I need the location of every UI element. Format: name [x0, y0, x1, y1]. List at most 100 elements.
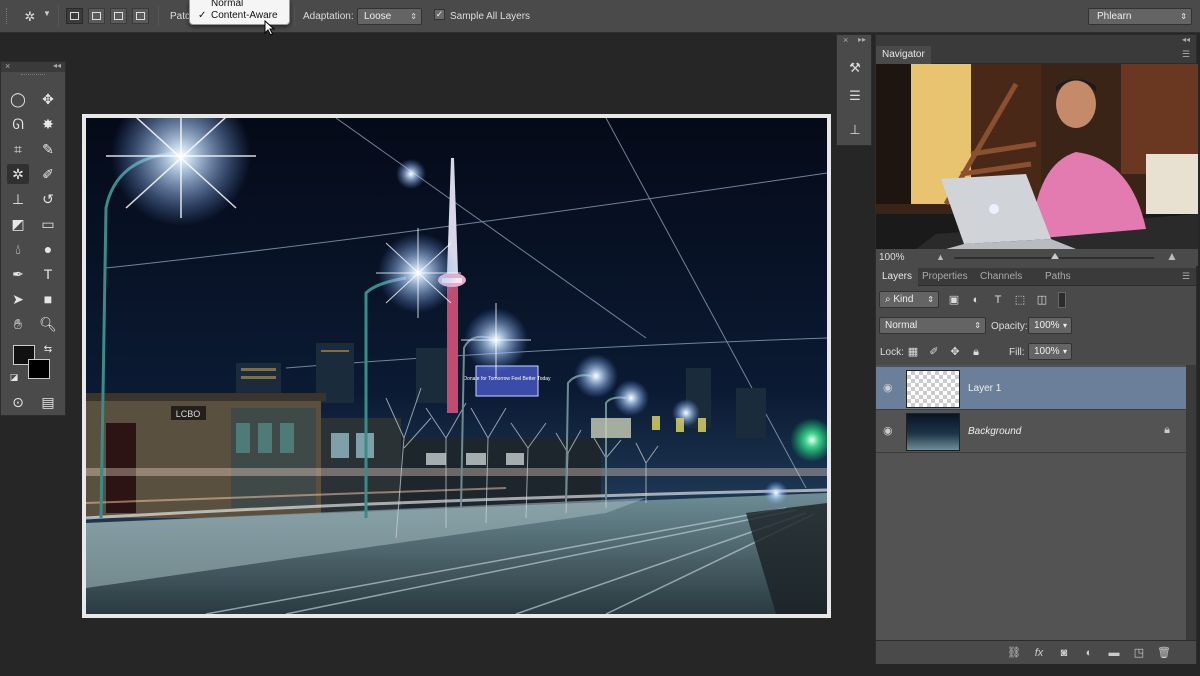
zoom-out-icon[interactable]: ▲: [936, 252, 945, 262]
new-layer-icon[interactable]: ◳: [1131, 645, 1147, 661]
brush-presets-icon[interactable]: ☰: [846, 87, 864, 105]
rectangle-tool-icon[interactable]: ■: [37, 289, 59, 309]
brush-tool-icon[interactable]: ✐: [37, 164, 59, 184]
sample-all-layers-label[interactable]: Sample All Layers: [450, 11, 530, 22]
dodge-tool-icon[interactable]: ●: [37, 239, 59, 259]
clone-stamp-icon[interactable]: ⊥: [7, 189, 29, 209]
tab-properties[interactable]: Properties: [916, 268, 974, 286]
collapsed-panels-strip: × ▸▸ ⚒ ☰ ⊥: [836, 34, 872, 146]
tab-layers[interactable]: Layers: [876, 268, 919, 286]
zoom-slider-handle[interactable]: [1051, 253, 1059, 259]
tool-preset-dropdown-icon[interactable]: ▼: [43, 9, 51, 18]
elliptical-marquee-icon[interactable]: ◯: [7, 89, 29, 109]
hand-tool-icon[interactable]: ✋︎: [7, 314, 29, 334]
zoom-tool-icon[interactable]: 🔍︎: [37, 314, 59, 334]
layer-row-layer-1[interactable]: ◉ Layer 1: [876, 367, 1186, 410]
filter-pixel-icon[interactable]: ▣: [946, 292, 962, 308]
workspace-select[interactable]: Phlearn ⇕: [1088, 8, 1192, 25]
new-selection-button[interactable]: [66, 8, 83, 24]
tab-channels[interactable]: Channels: [974, 268, 1028, 286]
eyedropper-icon[interactable]: ✎: [37, 139, 59, 159]
filter-toggle-switch[interactable]: [1058, 292, 1066, 308]
layer-list-scrollbar[interactable]: [1186, 365, 1196, 640]
chevron-down-icon[interactable]: ▾: [1063, 344, 1067, 359]
adjustment-layer-icon[interactable]: ◐: [1081, 645, 1097, 661]
blur-tool-icon[interactable]: 💧︎: [7, 239, 29, 259]
move-tool-icon[interactable]: ✥: [37, 89, 59, 109]
type-tool-icon[interactable]: T: [37, 264, 59, 284]
subtract-from-selection-button[interactable]: [110, 8, 127, 24]
expand-icon[interactable]: ▸▸: [858, 35, 866, 44]
layers-footer: ⛓ fx ◙ ◐ ▬ ◳ 🗑︎: [876, 640, 1196, 664]
adaptation-select[interactable]: Loose ⇕: [357, 8, 422, 25]
collapse-icon[interactable]: ◂◂: [53, 61, 61, 70]
layer-list: ◉ Layer 1 ◉ Background 🔒︎: [876, 365, 1186, 640]
close-icon[interactable]: ×: [843, 35, 848, 45]
layer-name[interactable]: Background: [968, 426, 1021, 437]
screen-mode-icon[interactable]: ▤: [37, 392, 59, 412]
background-color-swatch[interactable]: [28, 359, 50, 379]
blend-mode-select[interactable]: Normal ⇕: [879, 317, 986, 334]
close-icon[interactable]: ×: [5, 61, 10, 71]
magic-wand-icon[interactable]: ✸: [37, 114, 59, 134]
eye-icon[interactable]: ◉: [883, 381, 897, 394]
delete-layer-icon[interactable]: 🗑︎: [1156, 645, 1172, 661]
tab-navigator[interactable]: Navigator: [876, 46, 931, 64]
patch-tool-preset-icon[interactable]: ✲: [20, 8, 40, 25]
opacity-input[interactable]: 100% ▾: [1028, 317, 1072, 334]
dock-header[interactable]: ◂◂: [876, 35, 1196, 46]
document-canvas[interactable]: Donate for Tomorrow Feel Better Today LC…: [82, 114, 831, 618]
tools-grip[interactable]: [21, 74, 45, 80]
filter-type-icon[interactable]: T: [990, 292, 1006, 308]
fx-icon[interactable]: fx: [1031, 645, 1047, 661]
lock-transparent-icon[interactable]: ▦: [906, 345, 920, 359]
default-colors-icon[interactable]: ◪: [3, 367, 25, 387]
intersect-selection-button[interactable]: [132, 8, 149, 24]
add-mask-icon[interactable]: ◙: [1056, 645, 1072, 661]
webcam-presenter-video: [876, 64, 1198, 249]
swap-colors-icon[interactable]: ⇆: [37, 340, 59, 360]
layer-row-background[interactable]: ◉ Background 🔒︎: [876, 410, 1186, 453]
eye-icon[interactable]: ◉: [883, 424, 897, 437]
quick-mask-icon[interactable]: ⊙: [7, 392, 29, 412]
filter-shape-icon[interactable]: ⬚: [1012, 292, 1028, 308]
tab-paths[interactable]: Paths: [1039, 268, 1077, 286]
filter-kind-value: Kind: [893, 294, 914, 305]
lock-image-icon[interactable]: ✐: [927, 345, 941, 359]
eraser-tool-icon[interactable]: ◩: [7, 214, 29, 234]
zoom-in-icon[interactable]: ▲: [1166, 249, 1178, 263]
filter-kind-select[interactable]: ⌕ Kind ⇕: [879, 291, 939, 308]
tools-panel-header[interactable]: × ◂◂: [1, 61, 65, 72]
fill-input[interactable]: 100% ▾: [1028, 343, 1072, 360]
navigator-zoom-bar: 100% ▲ ▲: [876, 249, 1198, 266]
sample-all-layers-checkbox[interactable]: ✓: [434, 9, 445, 20]
history-brush-icon[interactable]: ↺: [37, 189, 59, 209]
filter-smart-object-icon[interactable]: ◫: [1034, 292, 1050, 308]
patch-menu-item-normal[interactable]: Normal: [211, 0, 243, 9]
lasso-tool-icon[interactable]: ᘏ: [7, 114, 29, 134]
path-selection-icon[interactable]: ➤: [7, 289, 29, 309]
pen-tool-icon[interactable]: ✒: [7, 264, 29, 284]
navigator-preview[interactable]: [876, 64, 1198, 249]
navigator-zoom-value[interactable]: 100%: [879, 252, 905, 263]
collapse-icon[interactable]: ◂◂: [1182, 35, 1190, 44]
lock-all-icon[interactable]: 🔒︎: [969, 345, 983, 359]
lock-position-icon[interactable]: ✥: [948, 345, 962, 359]
panel-menu-icon[interactable]: ☰: [1182, 49, 1190, 60]
panel-menu-icon[interactable]: ☰: [1182, 271, 1190, 282]
workspace-value: Phlearn: [1097, 11, 1132, 22]
filter-adjustment-icon[interactable]: ◐: [968, 292, 984, 308]
crop-tool-icon[interactable]: ⌗: [7, 139, 29, 159]
patch-tool-icon[interactable]: ✲: [7, 164, 29, 184]
clone-source-icon[interactable]: ⊥: [846, 121, 864, 139]
new-group-icon[interactable]: ▬: [1106, 645, 1122, 661]
options-bar-grip[interactable]: [6, 8, 9, 24]
chevron-down-icon[interactable]: ▾: [1063, 318, 1067, 333]
tools-panel: × ◂◂ ◯ ✥ ᘏ ✸ ⌗ ✎ ✲ ✐ ⊥ ↺ ◩ ▭ 💧︎ ● ✒ T ➤ …: [0, 61, 66, 416]
link-layers-icon[interactable]: ⛓: [1006, 645, 1022, 661]
tool-presets-icon[interactable]: ⚒: [846, 59, 864, 77]
separator: [58, 6, 59, 26]
gradient-tool-icon[interactable]: ▭: [37, 214, 59, 234]
layer-name[interactable]: Layer 1: [968, 383, 1001, 394]
add-to-selection-button[interactable]: [88, 8, 105, 24]
